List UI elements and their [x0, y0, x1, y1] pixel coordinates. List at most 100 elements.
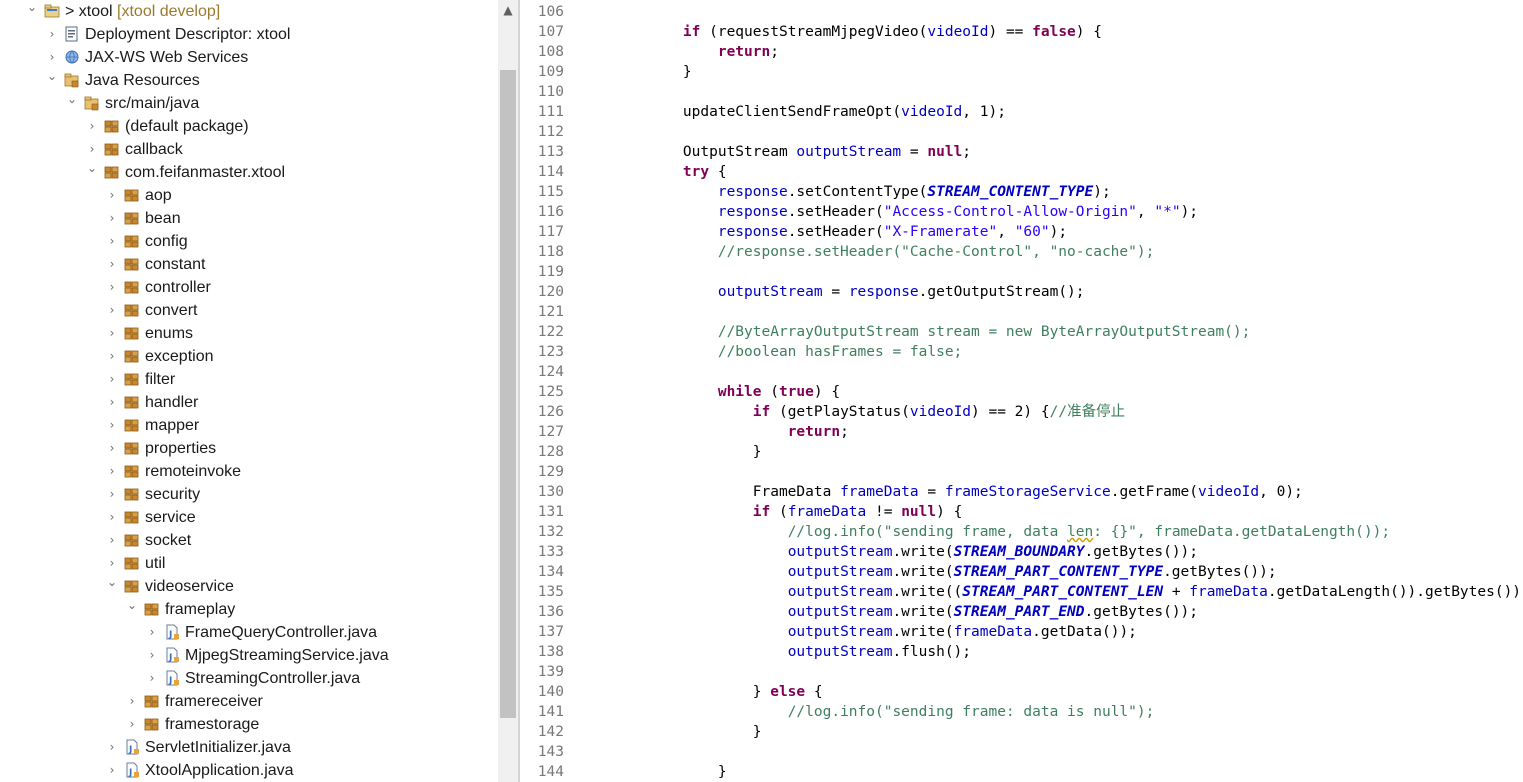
- chevron-down-icon[interactable]: ⌄: [66, 92, 78, 115]
- tree-item[interactable]: › config: [0, 230, 498, 253]
- tree-item[interactable]: › handler: [0, 391, 498, 414]
- code-line[interactable]: 141 //log.info("sending frame: data is n…: [520, 702, 1523, 722]
- code-line[interactable]: 130 FrameData frameData = frameStorageSe…: [520, 482, 1523, 502]
- chevron-right-icon[interactable]: ›: [106, 230, 118, 253]
- chevron-right-icon[interactable]: ›: [106, 506, 118, 529]
- tree-item[interactable]: › exception: [0, 345, 498, 368]
- tree-item[interactable]: ⌄ src/main/java: [0, 92, 498, 115]
- tree-item[interactable]: › constant: [0, 253, 498, 276]
- code-line[interactable]: 139: [520, 662, 1523, 682]
- tree-item[interactable]: › enums: [0, 322, 498, 345]
- tree-item[interactable]: › callback: [0, 138, 498, 161]
- tree-item[interactable]: ⌄ frameplay: [0, 598, 498, 621]
- chevron-right-icon[interactable]: ›: [106, 483, 118, 506]
- code-line[interactable]: 122 //ByteArrayOutputStream stream = new…: [520, 322, 1523, 342]
- tree-item[interactable]: › security: [0, 483, 498, 506]
- tree-item[interactable]: ⌄ > xtool [xtool develop]: [0, 0, 498, 23]
- code-line[interactable]: 143: [520, 742, 1523, 762]
- code-line[interactable]: 126 if (getPlayStatus(videoId) == 2) {//…: [520, 402, 1523, 422]
- tree-item[interactable]: ⌄ videoservice: [0, 575, 498, 598]
- chevron-right-icon[interactable]: ›: [126, 690, 138, 713]
- chevron-right-icon[interactable]: ›: [86, 115, 98, 138]
- tree-item[interactable]: › mapper: [0, 414, 498, 437]
- chevron-down-icon[interactable]: ⌄: [126, 598, 138, 621]
- chevron-right-icon[interactable]: ›: [106, 184, 118, 207]
- code-line[interactable]: 115 response.setContentType(STREAM_CONTE…: [520, 182, 1523, 202]
- vertical-scrollbar[interactable]: ▲: [498, 0, 518, 782]
- code-line[interactable]: 136 outputStream.write(STREAM_PART_END.g…: [520, 602, 1523, 622]
- tree-item[interactable]: ⌄ com.feifanmaster.xtool: [0, 161, 498, 184]
- code-line[interactable]: 108 return;: [520, 42, 1523, 62]
- chevron-right-icon[interactable]: ›: [106, 759, 118, 782]
- tree-item[interactable]: › filter: [0, 368, 498, 391]
- code-line[interactable]: 107 if (requestStreamMjpegVideo(videoId)…: [520, 22, 1523, 42]
- code-line[interactable]: 138 outputStream.flush();: [520, 642, 1523, 662]
- chevron-right-icon[interactable]: ›: [106, 552, 118, 575]
- chevron-right-icon[interactable]: ›: [106, 368, 118, 391]
- code-line[interactable]: 123 //boolean hasFrames = false;: [520, 342, 1523, 362]
- scroll-up-icon[interactable]: ▲: [498, 0, 518, 20]
- tree-item[interactable]: › socket: [0, 529, 498, 552]
- tree-item[interactable]: › J ServletInitializer.java: [0, 736, 498, 759]
- chevron-right-icon[interactable]: ›: [106, 276, 118, 299]
- tree-item[interactable]: › J MjpegStreamingService.java: [0, 644, 498, 667]
- scrollbar-thumb[interactable]: [500, 70, 516, 718]
- tree-item[interactable]: › JAX-WS Web Services: [0, 46, 498, 69]
- code-line[interactable]: 121: [520, 302, 1523, 322]
- tree-item[interactable]: › remoteinvoke: [0, 460, 498, 483]
- chevron-down-icon[interactable]: ⌄: [26, 0, 38, 23]
- code-line[interactable]: 118 //response.setHeader("Cache-Control"…: [520, 242, 1523, 262]
- tree-item[interactable]: › aop: [0, 184, 498, 207]
- chevron-right-icon[interactable]: ›: [106, 253, 118, 276]
- chevron-right-icon[interactable]: ›: [106, 322, 118, 345]
- code-line[interactable]: 133 outputStream.write(STREAM_BOUNDARY.g…: [520, 542, 1523, 562]
- chevron-down-icon[interactable]: ⌄: [46, 69, 58, 92]
- chevron-right-icon[interactable]: ›: [106, 414, 118, 437]
- code-line[interactable]: 114 try {: [520, 162, 1523, 182]
- tree-item[interactable]: › J FrameQueryController.java: [0, 621, 498, 644]
- tree-item[interactable]: › (default package): [0, 115, 498, 138]
- code-line[interactable]: 110: [520, 82, 1523, 102]
- tree-item[interactable]: › bean: [0, 207, 498, 230]
- chevron-right-icon[interactable]: ›: [106, 736, 118, 759]
- code-line[interactable]: 112: [520, 122, 1523, 142]
- code-line[interactable]: 129: [520, 462, 1523, 482]
- code-editor[interactable]: 106 107 if (requestStreamMjpegVideo(video…: [520, 0, 1523, 782]
- code-line[interactable]: 120 outputStream = response.getOutputStr…: [520, 282, 1523, 302]
- chevron-right-icon[interactable]: ›: [106, 460, 118, 483]
- tree-item[interactable]: › framereceiver: [0, 690, 498, 713]
- tree-item[interactable]: › J StreamingController.java: [0, 667, 498, 690]
- chevron-right-icon[interactable]: ›: [106, 299, 118, 322]
- code-line[interactable]: 119: [520, 262, 1523, 282]
- code-line[interactable]: 106: [520, 2, 1523, 22]
- code-line[interactable]: 116 response.setHeader("Access-Control-A…: [520, 202, 1523, 222]
- chevron-right-icon[interactable]: ›: [46, 46, 58, 69]
- tree-item[interactable]: › util: [0, 552, 498, 575]
- chevron-right-icon[interactable]: ›: [126, 713, 138, 736]
- code-line[interactable]: 131 if (frameData != null) {: [520, 502, 1523, 522]
- code-line[interactable]: 127 return;: [520, 422, 1523, 442]
- code-line[interactable]: 109 }: [520, 62, 1523, 82]
- code-line[interactable]: 140 } else {: [520, 682, 1523, 702]
- code-line[interactable]: 132 //log.info("sending frame, data len:…: [520, 522, 1523, 542]
- tree-item[interactable]: › J XtoolApplication.java: [0, 759, 498, 782]
- tree-item[interactable]: › framestorage: [0, 713, 498, 736]
- chevron-right-icon[interactable]: ›: [106, 529, 118, 552]
- code-line[interactable]: 144 }: [520, 762, 1523, 782]
- chevron-right-icon[interactable]: ›: [46, 23, 58, 46]
- code-line[interactable]: 124: [520, 362, 1523, 382]
- chevron-right-icon[interactable]: ›: [106, 391, 118, 414]
- code-line[interactable]: 142 }: [520, 722, 1523, 742]
- code-line[interactable]: 113 OutputStream outputStream = null;: [520, 142, 1523, 162]
- chevron-right-icon[interactable]: ›: [146, 621, 158, 644]
- chevron-down-icon[interactable]: ⌄: [106, 575, 118, 598]
- code-line[interactable]: 111 updateClientSendFrameOpt(videoId, 1)…: [520, 102, 1523, 122]
- chevron-right-icon[interactable]: ›: [146, 644, 158, 667]
- code-line[interactable]: 134 outputStream.write(STREAM_PART_CONTE…: [520, 562, 1523, 582]
- code-line[interactable]: 135 outputStream.write((STREAM_PART_CONT…: [520, 582, 1523, 602]
- chevron-right-icon[interactable]: ›: [106, 207, 118, 230]
- tree-item[interactable]: › service: [0, 506, 498, 529]
- chevron-right-icon[interactable]: ›: [106, 437, 118, 460]
- tree-item[interactable]: ⌄ Java Resources: [0, 69, 498, 92]
- tree-item[interactable]: › Deployment Descriptor: xtool: [0, 23, 498, 46]
